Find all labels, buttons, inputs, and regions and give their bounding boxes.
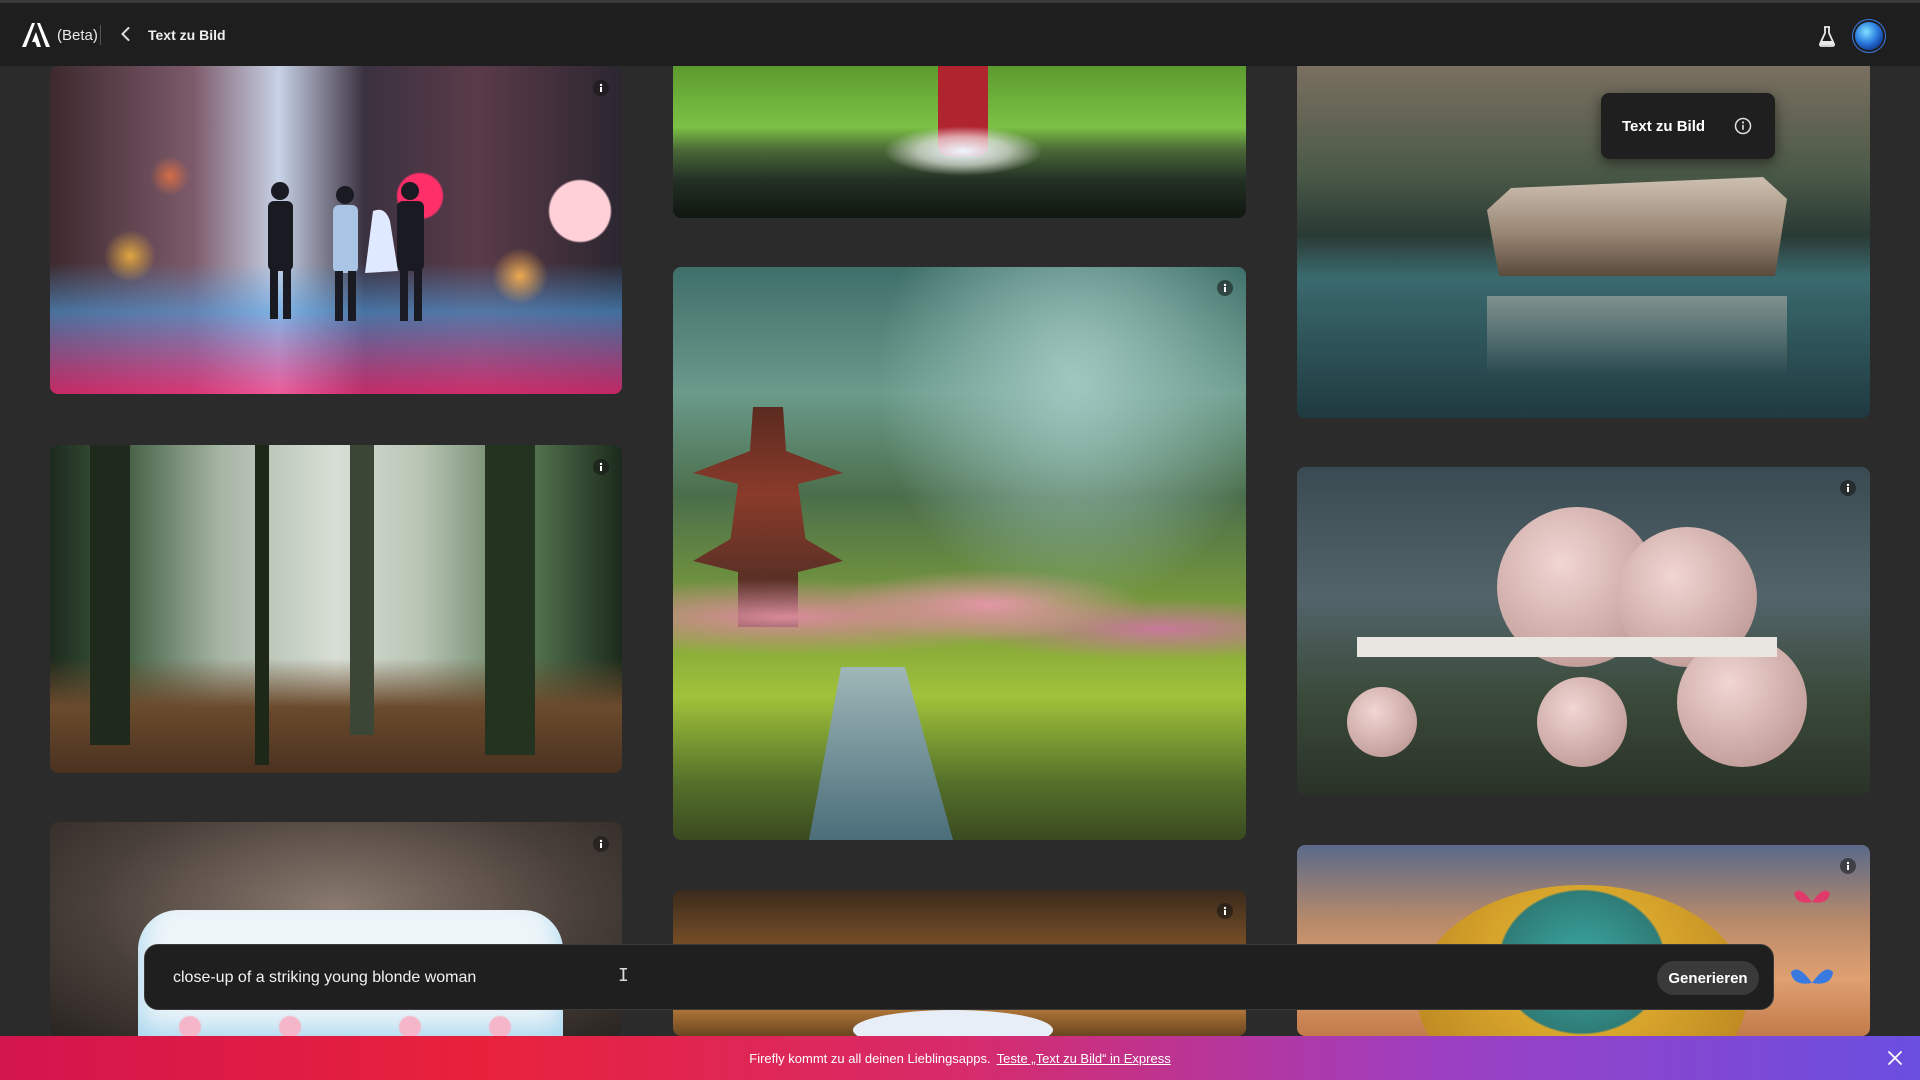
banner-text: Firefly kommt zu all deinen Lieblingsapp… <box>749 1050 991 1066</box>
promo-banner: Firefly kommt zu all deinen Lieblingsapp… <box>0 1036 1920 1080</box>
close-icon[interactable] <box>1886 1049 1904 1067</box>
info-icon[interactable] <box>593 459 609 475</box>
divider <box>100 25 101 45</box>
beta-label: (Beta) <box>57 27 98 44</box>
info-icon[interactable] <box>593 836 609 852</box>
house <box>1487 177 1787 276</box>
pink-spheres-house-image[interactable] <box>1297 467 1870 795</box>
splash <box>883 126 1043 176</box>
japanese-garden-image[interactable] <box>673 267 1246 840</box>
hat <box>853 1010 1053 1036</box>
cake-flowers <box>170 1012 530 1036</box>
banner-link[interactable]: Teste „Text zu Bild“ in Express <box>997 1051 1171 1066</box>
forest-image[interactable] <box>50 445 622 773</box>
tree-trunk <box>485 445 535 755</box>
river <box>809 667 953 840</box>
chevron-left-icon[interactable] <box>116 24 136 44</box>
info-icon[interactable] <box>1840 480 1856 496</box>
tree-trunk <box>90 445 130 745</box>
figures-silhouette-icon <box>268 182 424 321</box>
tooltip-title: Text zu Bild <box>1622 118 1706 135</box>
info-icon[interactable] <box>593 80 609 96</box>
tree-trunk <box>255 445 269 765</box>
sphere <box>1347 687 1417 757</box>
generate-button[interactable]: Generieren <box>1657 961 1759 995</box>
top-bar: (Beta) Text zu Bild <box>0 0 1920 66</box>
butterfly-icon <box>1790 969 1834 984</box>
prompt-input[interactable] <box>171 961 1475 995</box>
reflection <box>1487 296 1787 376</box>
pink-trees <box>673 557 1246 677</box>
house-slab <box>1357 637 1777 657</box>
city-couples-image[interactable] <box>50 66 622 394</box>
tree-trunk <box>350 445 374 735</box>
text-cursor-icon: I <box>618 965 629 986</box>
text-to-image-tooltip: Text zu Bild <box>1601 93 1775 159</box>
breadcrumb: Text zu Bild <box>148 27 226 43</box>
user-avatar[interactable] <box>1855 22 1883 50</box>
butterfly-icon <box>1794 890 1830 903</box>
lake-house-image[interactable] <box>1297 66 1870 418</box>
info-circle-icon[interactable] <box>1734 117 1752 135</box>
prompt-bar: I Generieren <box>144 944 1774 1010</box>
adobe-logo-icon[interactable] <box>22 23 50 47</box>
info-icon[interactable] <box>1217 280 1233 296</box>
info-icon[interactable] <box>1840 858 1856 874</box>
sphere <box>1537 677 1627 767</box>
info-icon[interactable] <box>1217 903 1233 919</box>
rain-boots-image[interactable] <box>673 66 1246 218</box>
flask-icon[interactable] <box>1818 25 1836 47</box>
